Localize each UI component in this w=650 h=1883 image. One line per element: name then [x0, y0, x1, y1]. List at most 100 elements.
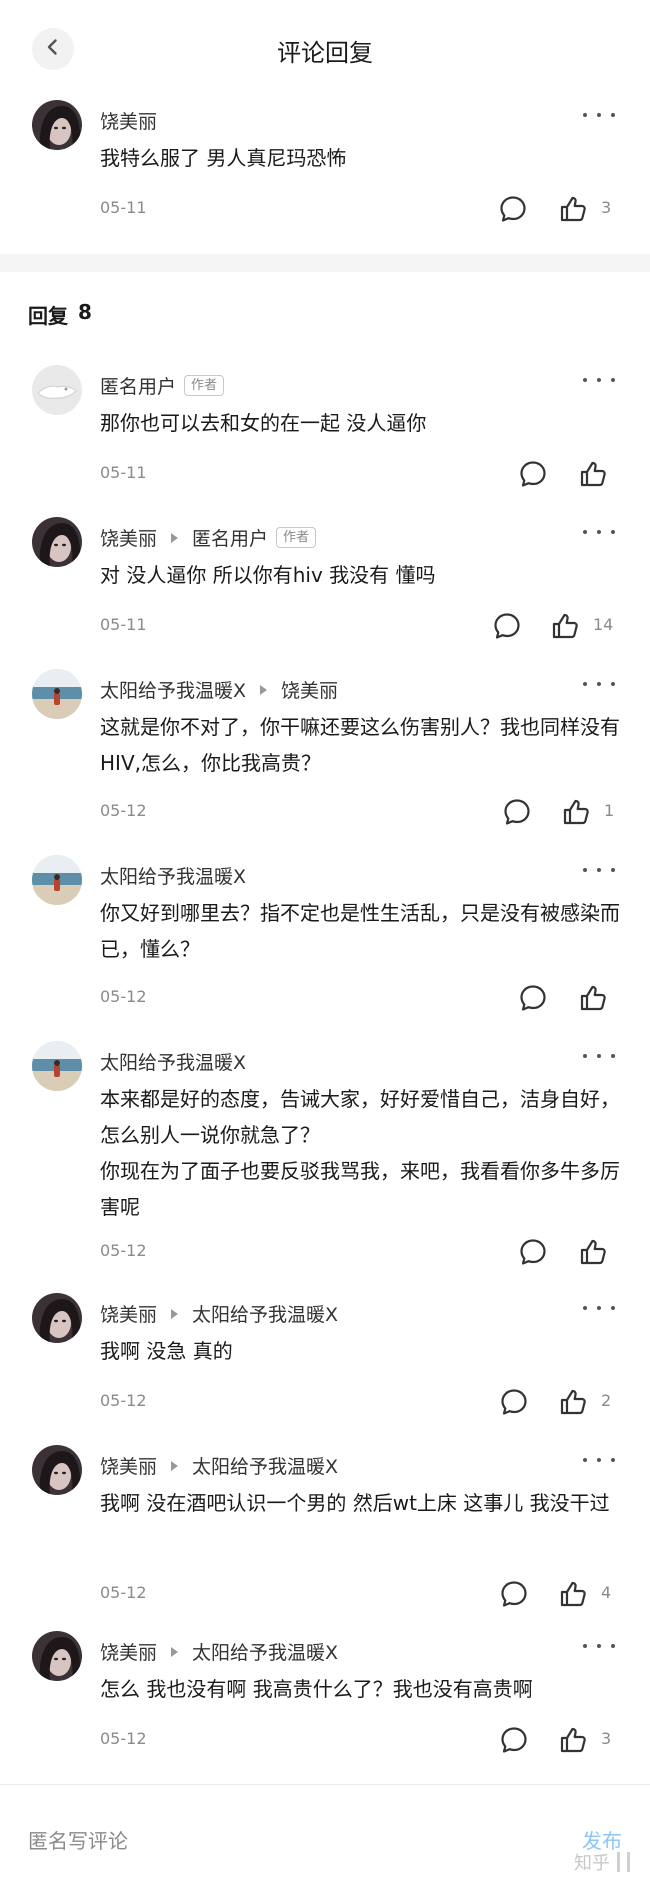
thumbs-up-icon[interactable]: [558, 1725, 588, 1755]
comment-header: 太阳给予我温暖X 饶美丽: [100, 676, 338, 703]
comment-header: 太阳给予我温暖X: [100, 862, 246, 889]
more-dots-icon[interactable]: [583, 1302, 615, 1314]
avatar[interactable]: [32, 365, 82, 415]
author-name[interactable]: 太阳给予我温暖X: [100, 1048, 246, 1075]
zhihu-watermark: 知乎: [574, 1849, 630, 1875]
comment-text: 我特么服了 男人真尼玛恐怖: [100, 146, 347, 170]
more-dots-icon[interactable]: [583, 109, 615, 121]
comment-bubble-icon[interactable]: [518, 983, 548, 1013]
author-name[interactable]: 饶美丽: [100, 1300, 157, 1327]
comment-bubble-icon[interactable]: [518, 1237, 548, 1267]
comment-text: 对 没人逼你 所以你有hiv 我没有 懂吗: [100, 563, 436, 587]
comment-header: 饶美丽: [100, 107, 157, 134]
replies-label: 回复: [28, 304, 68, 328]
list-item: 饶美丽 匿名用户 作者 对 没人逼你 所以你有hiv 我没有 懂吗 05-11 …: [0, 517, 650, 647]
comment-header: 饶美丽 太阳给予我温暖X: [100, 1638, 338, 1665]
author-badge: 作者: [184, 375, 225, 396]
section-divider: [0, 254, 650, 272]
comment-bubble-icon[interactable]: [499, 1387, 529, 1417]
avatar[interactable]: [32, 100, 82, 150]
like-count: 3: [601, 1729, 612, 1748]
thumbs-up-icon[interactable]: [550, 611, 580, 641]
replies-count: 8: [78, 300, 92, 324]
thumbs-up-icon[interactable]: [578, 459, 608, 489]
avatar[interactable]: [32, 1445, 82, 1495]
more-dots-icon[interactable]: [583, 1640, 615, 1652]
avatar[interactable]: [32, 517, 82, 567]
author-name[interactable]: 太阳给予我温暖X: [100, 676, 246, 703]
avatar[interactable]: [32, 1293, 82, 1343]
avatar[interactable]: [32, 669, 82, 719]
comment-text: 怎么 我也没有啊 我高贵什么了？我也没有高贵啊: [100, 1677, 533, 1701]
list-item: 饶美丽 太阳给予我温暖X 我啊 没在酒吧认识一个男的 然后wt上床 这事儿 我没…: [0, 1445, 650, 1610]
comment-text: 那你也可以去和女的在一起 没人逼你: [100, 411, 427, 435]
more-dots-icon[interactable]: [583, 864, 615, 876]
comment-text: 这就是你不对了，你干嘛还要这么伤害别人？我也同样没有HIV,怎么，你比我高贵？: [100, 715, 620, 775]
comment-bubble-icon[interactable]: [499, 1725, 529, 1755]
author-name[interactable]: 太阳给予我温暖X: [100, 862, 246, 889]
comment-bubble-icon[interactable]: [498, 194, 528, 224]
author-name[interactable]: 饶美丽: [100, 107, 157, 134]
thumbs-up-icon[interactable]: [578, 1237, 608, 1267]
main-comment: 饶美丽 我特么服了 男人真尼玛恐怖 05-11 3: [0, 100, 650, 250]
author-name[interactable]: 饶美丽: [100, 1452, 157, 1479]
like-count: 14: [593, 615, 614, 634]
list-item: 匿名用户 作者 那你也可以去和女的在一起 没人逼你 05-11: [0, 365, 650, 495]
comment-header: 太阳给予我温暖X: [100, 1048, 246, 1075]
comment-text: 本来都是好的态度，告诫大家，好好爱惜自己，洁身自好，怎么别人一说你就急了？ 你现…: [100, 1087, 620, 1219]
list-item: 太阳给予我温暖X 饶美丽 这就是你不对了，你干嘛还要这么伤害别人？我也同样没有H…: [0, 669, 650, 834]
list-item: 太阳给予我温暖X 你又好到哪里去？指不定也是性生活乱，只是没有被感染而已，懂么？…: [0, 855, 650, 1020]
watermark-text: 知乎: [574, 1853, 610, 1874]
list-item: 饶美丽 太阳给予我温暖X 怎么 我也没有啊 我高贵什么了？我也没有高贵啊 05-…: [0, 1631, 650, 1761]
comment-input[interactable]: 匿名写评论: [28, 1825, 128, 1854]
thumbs-up-icon[interactable]: [558, 194, 588, 224]
reply-arrow-icon: [171, 1308, 179, 1319]
like-count: 2: [601, 1391, 612, 1410]
replies-header: 回复 8: [28, 300, 92, 329]
author-name[interactable]: 饶美丽: [100, 1638, 157, 1665]
reply-arrow-icon: [171, 1646, 179, 1657]
more-dots-icon[interactable]: [583, 1050, 615, 1062]
avatar[interactable]: [32, 1041, 82, 1091]
like-count: 3: [601, 198, 612, 217]
comment-input-bar: 匿名写评论 发布 知乎: [0, 1784, 650, 1883]
like-count: 1: [604, 801, 615, 820]
like-count: 4: [601, 1583, 612, 1602]
more-dots-icon[interactable]: [583, 678, 615, 690]
more-dots-icon[interactable]: [583, 526, 615, 538]
list-item: 太阳给予我温暖X 本来都是好的态度，告诫大家，好好爱惜自己，洁身自好，怎么别人一…: [0, 1041, 650, 1277]
thumbs-up-icon[interactable]: [578, 983, 608, 1013]
thumbs-up-icon[interactable]: [558, 1387, 588, 1417]
reply-arrow-icon: [171, 532, 179, 543]
reply-target-name[interactable]: 饶美丽: [281, 676, 338, 703]
comment-header: 饶美丽 太阳给予我温暖X: [100, 1452, 338, 1479]
reply-target-name[interactable]: 匿名用户: [192, 524, 268, 551]
reply-target-name[interactable]: 太阳给予我温暖X: [192, 1300, 338, 1327]
list-item: 饶美丽 太阳给予我温暖X 我啊 没急 真的 05-12 2: [0, 1293, 650, 1423]
reply-arrow-icon: [260, 684, 268, 695]
reply-arrow-icon: [171, 1460, 179, 1471]
more-dots-icon[interactable]: [583, 374, 615, 386]
author-name[interactable]: 匿名用户: [100, 372, 176, 399]
comment-header: 饶美丽 太阳给予我温暖X: [100, 1300, 338, 1327]
avatar[interactable]: [32, 855, 82, 905]
page-title: 评论回复: [277, 39, 373, 67]
reply-target-name[interactable]: 太阳给予我温暖X: [192, 1638, 338, 1665]
thumbs-up-icon[interactable]: [561, 797, 591, 827]
comment-text: 我啊 没在酒吧认识一个男的 然后wt上床 这事儿 我没干过: [100, 1491, 610, 1515]
more-dots-icon[interactable]: [583, 1454, 615, 1466]
author-name[interactable]: 饶美丽: [100, 524, 157, 551]
comment-bubble-icon[interactable]: [499, 1579, 529, 1609]
comment-text: 我啊 没急 真的: [100, 1339, 233, 1363]
comment-header: 饶美丽 匿名用户 作者: [100, 524, 317, 551]
thumbs-up-icon[interactable]: [558, 1579, 588, 1609]
author-badge: 作者: [276, 527, 317, 548]
comment-bubble-icon[interactable]: [518, 459, 548, 489]
comment-text: 你又好到哪里去？指不定也是性生活乱，只是没有被感染而已，懂么？: [100, 901, 620, 961]
comment-bubble-icon[interactable]: [492, 611, 522, 641]
avatar[interactable]: [32, 1631, 82, 1681]
reply-target-name[interactable]: 太阳给予我温暖X: [192, 1452, 338, 1479]
comment-bubble-icon[interactable]: [502, 797, 532, 827]
top-bar: 评论回复: [0, 0, 650, 96]
comment-header: 匿名用户 作者: [100, 372, 225, 399]
